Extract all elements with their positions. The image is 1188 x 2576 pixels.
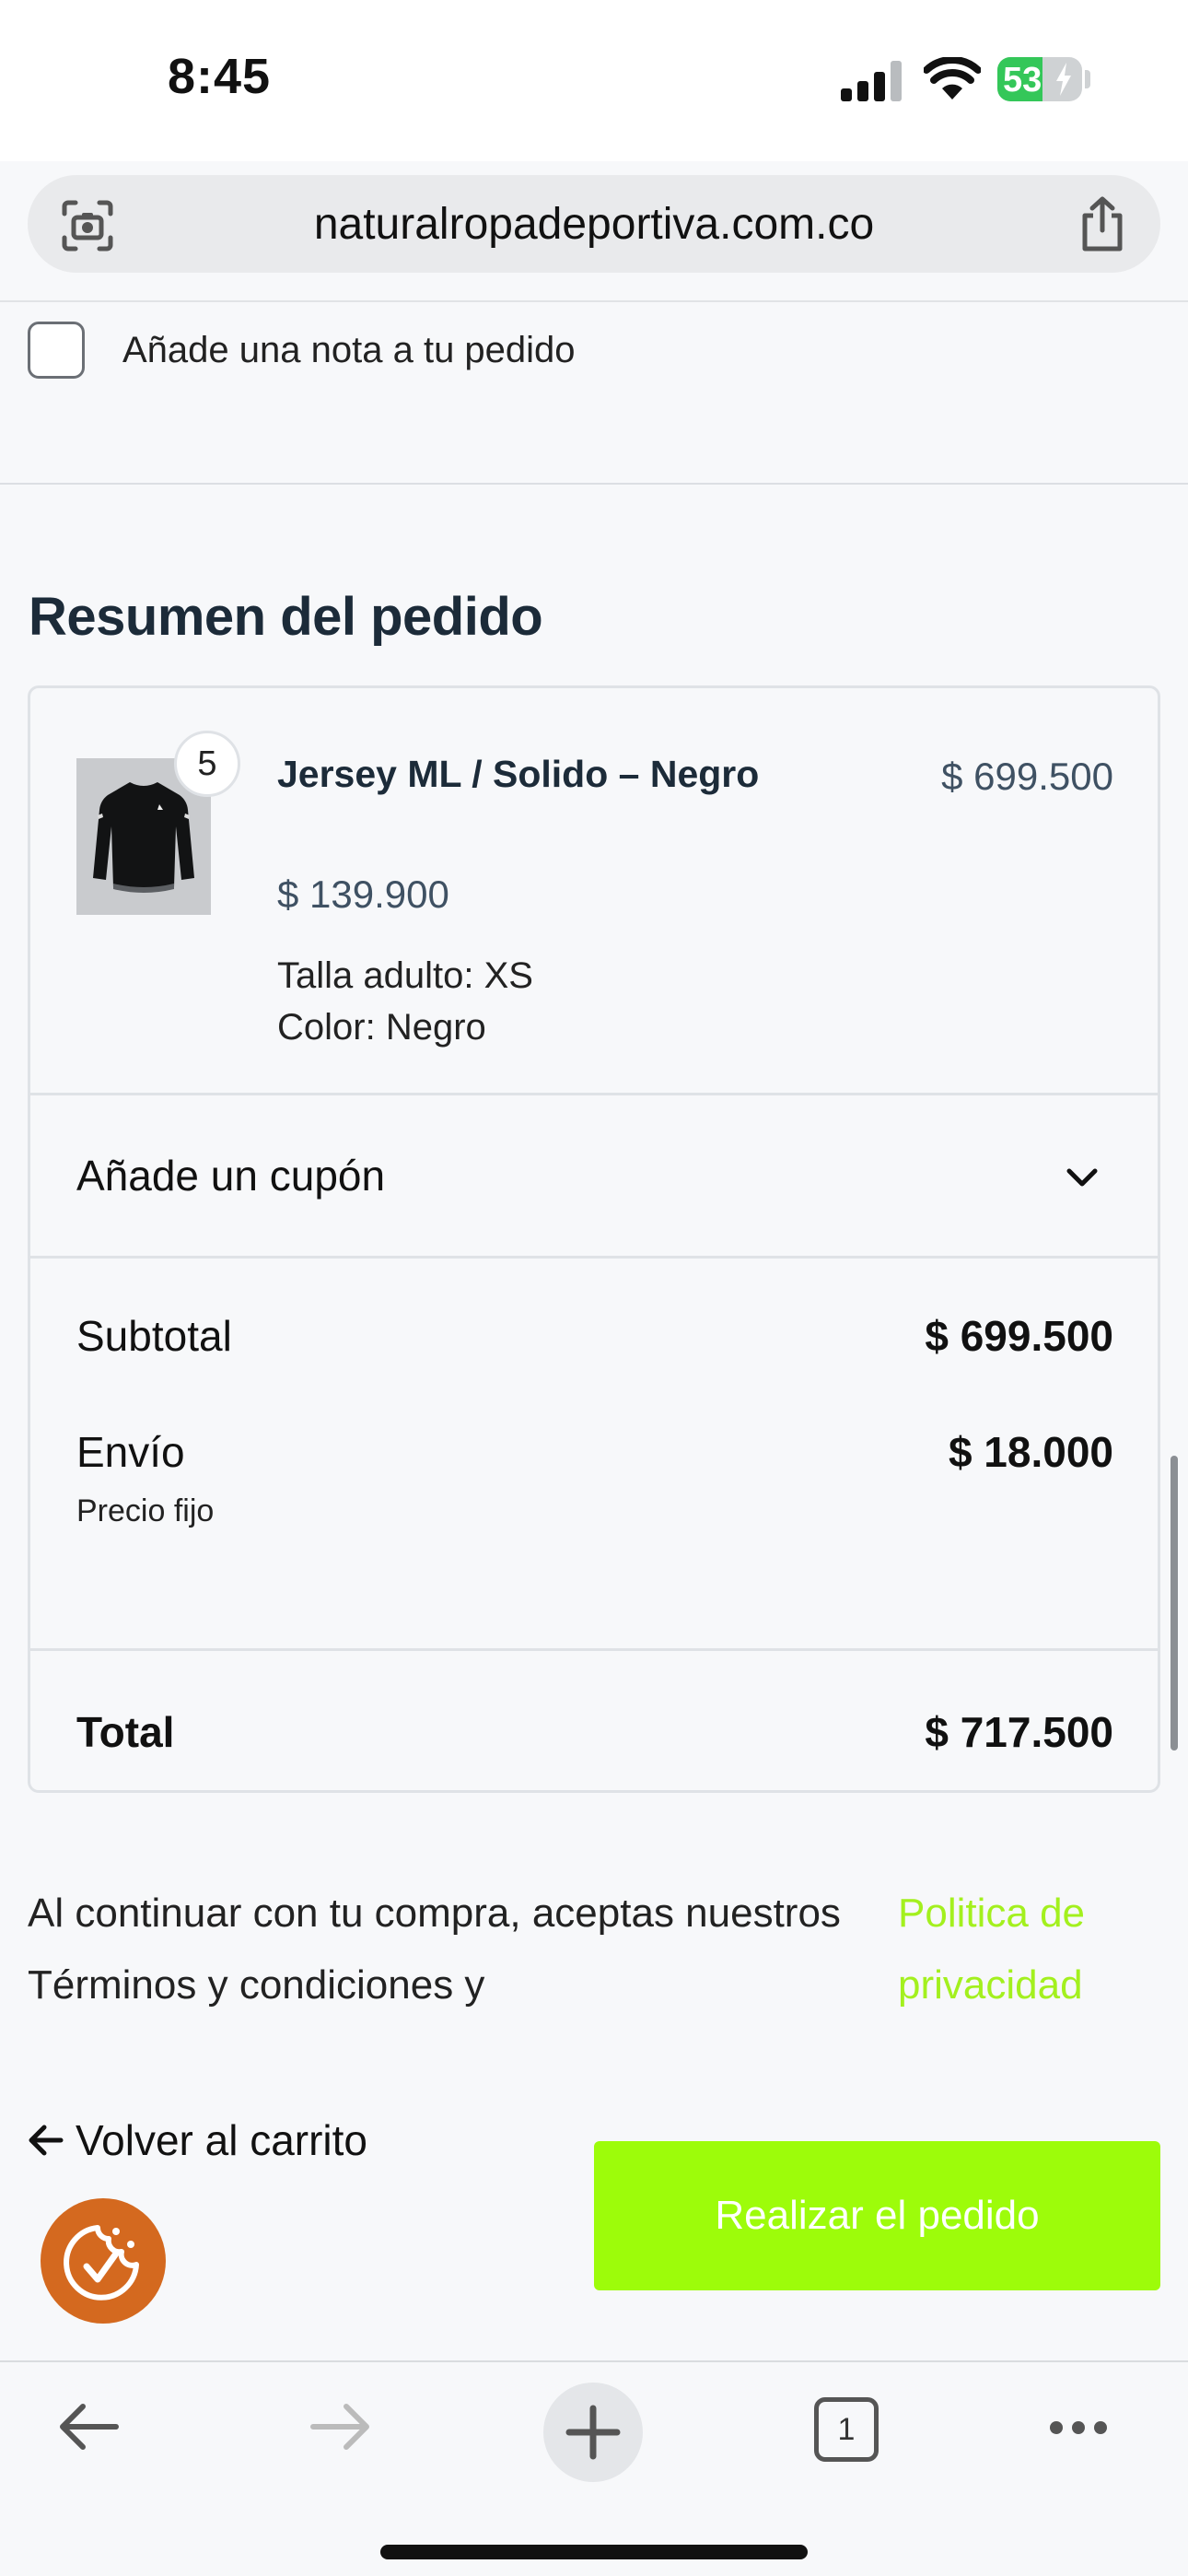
page-content: Añade una nota a tu pedido Resumen del p… (0, 300, 1188, 2360)
coupon-toggle[interactable]: Añade un cupón (30, 1095, 1158, 1258)
product-size: Talla adulto: XS (277, 955, 533, 996)
privacy-policy-link[interactable]: Politica de privacidad (898, 1878, 1128, 2021)
order-summary-title: Resumen del pedido (29, 587, 543, 647)
cookie-check-icon (64, 2225, 139, 2301)
battery-level: 53 (1003, 61, 1042, 100)
cellular-signal-icon (841, 61, 903, 101)
status-time: 8:45 (168, 49, 272, 104)
browser-toolbar: 1 (0, 2360, 1188, 2576)
charging-bolt-icon (1056, 63, 1071, 96)
card-divider (30, 1256, 1158, 1259)
more-icon[interactable] (1046, 2418, 1111, 2438)
order-note-option[interactable]: Añade una nota a tu pedido (28, 321, 576, 380)
shipping-method: Precio fijo (76, 1493, 215, 1528)
order-note-checkbox[interactable] (28, 322, 85, 379)
cookie-consent-button[interactable] (41, 2198, 166, 2324)
order-summary-card: 5 Jersey ML / Solido – Negro $ 699.500 $… (28, 685, 1160, 1793)
subtotal-value: $ 699.500 (925, 1312, 1113, 1360)
place-order-button[interactable]: Realizar el pedido (594, 2141, 1160, 2290)
shipping-label: Envío (76, 1428, 185, 1476)
battery-cap (1085, 70, 1090, 88)
url-text: naturalropadeportiva.com.co (313, 200, 875, 249)
chevron-down-icon (1066, 1168, 1098, 1187)
address-bar[interactable]: naturalropadeportiva.com.co (28, 175, 1160, 273)
product-line-total: $ 699.500 (941, 755, 1113, 798)
back-to-cart-label: Volver al carrito (76, 2116, 368, 2164)
battery-icon: 53 (997, 57, 1082, 101)
terms-notice: Al continuar con tu compra, aceptas nues… (28, 1891, 841, 2008)
new-tab-button[interactable] (543, 2383, 643, 2482)
total-value: $ 717.500 (925, 1708, 1113, 1756)
product-name: Jersey ML / Solido – Negro (277, 753, 760, 795)
back-icon[interactable] (55, 2397, 122, 2456)
product-color: Color: Negro (277, 1007, 486, 1048)
wifi-icon (924, 57, 981, 100)
status-bar: 8:45 53 (0, 0, 1188, 161)
product-unit-price: $ 139.900 (277, 872, 449, 916)
plus-icon (565, 2405, 621, 2460)
coupon-label: Añade un cupón (76, 1152, 386, 1200)
tabs-icon[interactable]: 1 (814, 2397, 879, 2462)
screen: 8:45 53 naturalropadeportiva.com.co Añad… (0, 0, 1188, 2576)
forward-icon[interactable] (308, 2397, 374, 2456)
share-icon[interactable] (1077, 195, 1127, 252)
order-note-label: Añade una nota a tu pedido (122, 329, 576, 370)
back-to-cart-link[interactable]: Volver al carrito (28, 2108, 367, 2172)
quantity-badge: 5 (174, 731, 240, 797)
home-indicator[interactable] (380, 2545, 808, 2559)
card-divider (30, 1648, 1158, 1651)
scrollbar-thumb[interactable] (1171, 1456, 1178, 1751)
section-divider (0, 483, 1188, 485)
total-label: Total (76, 1708, 175, 1756)
arrow-left-icon (29, 2125, 64, 2156)
subtotal-label: Subtotal (76, 1312, 232, 1360)
shipping-value: $ 18.000 (948, 1428, 1113, 1476)
